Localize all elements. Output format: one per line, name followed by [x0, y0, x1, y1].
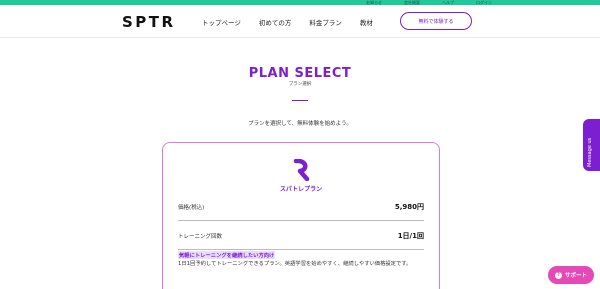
support-label: サポート	[564, 273, 587, 279]
message-us-tab[interactable]: Message us	[583, 119, 600, 171]
site-logo[interactable]: SPTR	[122, 13, 176, 31]
plan-card[interactable]: スパトレプラン 価格(税込) 5,980円 トレーニング回数 1日/1回 気軽に…	[162, 142, 440, 289]
site-header: SPTR トップページ 初めての方 料金プラン 教材 無料で体験する	[0, 5, 600, 38]
plan-logo-icon	[293, 159, 310, 181]
help-icon: ?	[554, 271, 562, 279]
plan-description: 1日1回予約してトレーニングできるプラン。英語学習を始めやすく、継続しやすい価格…	[178, 261, 412, 267]
nav-item-top[interactable]: トップページ	[202, 17, 241, 27]
free-trial-button[interactable]: 無料で体験する	[400, 12, 472, 30]
message-us-label: Message us	[587, 137, 593, 167]
title-divider	[292, 100, 308, 101]
intro-text: プランを選択して、無料体験を始めよう。	[248, 121, 352, 127]
main-nav: トップページ 初めての方 料金プラン 教材	[202, 17, 373, 27]
page-subtitle: プラン選択	[288, 82, 312, 87]
nav-item-materials[interactable]: 教材	[360, 17, 373, 27]
plan-name: スパトレプラン	[279, 186, 323, 193]
training-count-divider	[178, 249, 424, 250]
training-count-value: 1日/1回	[397, 232, 424, 240]
training-count-label: トレーニング回数	[178, 234, 223, 240]
support-button[interactable]: ? サポート	[548, 266, 594, 284]
nav-item-pricing[interactable]: 料金プラン	[309, 17, 342, 27]
price-divider	[178, 220, 424, 221]
price-label: 価格(税込)	[178, 205, 205, 211]
plan-highlight: 気軽にトレーニングを継続したい方向け	[178, 251, 276, 259]
price-value: 5,980円	[394, 203, 424, 211]
nav-item-first-time[interactable]: 初めての方	[259, 17, 292, 27]
page-title: PLAN SELECT	[248, 66, 352, 81]
